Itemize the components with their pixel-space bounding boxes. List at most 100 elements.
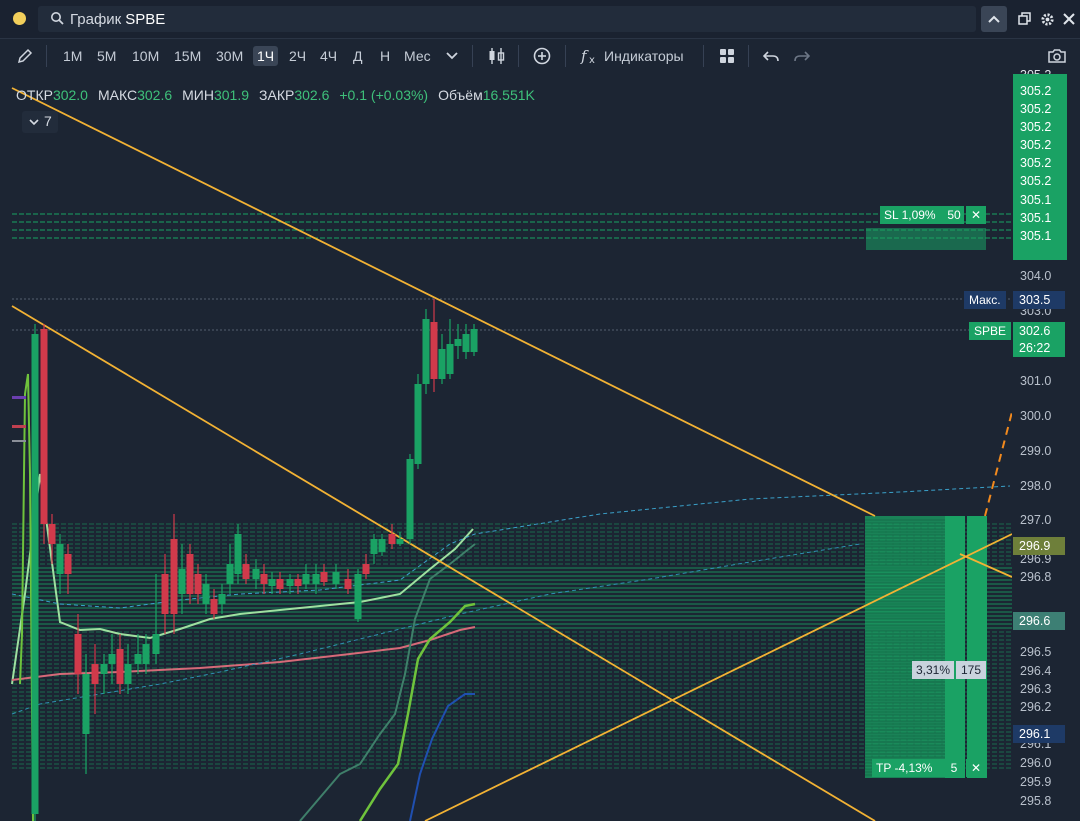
candlestick-icon [489,48,505,64]
candle-body [378,539,386,552]
sl-quantity[interactable]: 50 [944,206,964,224]
redo-button[interactable] [791,46,813,66]
price-tick-label: 295.9 [1020,775,1052,789]
price-tick-label: 296.8 [1020,570,1052,584]
symbol-tag: SPBE [969,322,1012,340]
indicators-button[interactable]: Индикаторы [600,46,688,66]
marker-red [12,425,26,428]
undo-button[interactable] [760,46,782,66]
price-tick-label: 296.4 [1020,664,1052,678]
timeframe-1m[interactable]: 1М [59,46,86,66]
pencil-icon [17,48,33,64]
volume-value: 16.551K [482,87,535,103]
redo-icon [794,51,810,62]
candle-body [332,572,340,584]
candle-body [64,554,72,574]
toolbar-divider [472,45,473,67]
candle-body [362,564,370,574]
candle-body [354,574,362,619]
sl-order-shadow [866,228,986,250]
price-tick-label: 305.2 [1020,84,1052,98]
timeframe-week[interactable]: Н [376,46,394,66]
position-percent: 3,31% [912,661,954,679]
symbol-search-field[interactable]: График SPBE [38,6,976,32]
tp-quantity[interactable]: 5 [944,759,964,777]
timeframe-2h[interactable]: 2Ч [285,46,310,66]
candle-body [124,664,132,684]
timeframe-10m[interactable]: 10М [128,46,163,66]
price-tick-label: 305.2 [1020,138,1052,152]
candle-body [74,634,82,674]
timeframe-15m[interactable]: 15М [170,46,205,66]
price-tick-label: 304.0 [1020,269,1052,283]
undo-icon [763,51,779,62]
timeframe-5m[interactable]: 5М [93,46,120,66]
candle-body [430,322,438,379]
compare-symbol-button[interactable] [531,46,553,66]
low-label: МИН [182,87,214,103]
price-tick-label: 305.2 [1020,174,1052,188]
toolbar-divider [518,45,519,67]
toolbar-divider [46,45,47,67]
candle-body [446,344,454,374]
candle-body [226,564,234,584]
candle-body [294,579,302,586]
screenshot-button[interactable] [1046,46,1068,66]
candle-body [242,564,250,579]
position-quantity: 175 [956,661,986,679]
tp-label: TP -4,13% [876,761,933,775]
price-chart[interactable] [0,74,1012,821]
close-window-button[interactable] [1056,6,1080,32]
candle-body [268,579,276,586]
collapse-indicators-button[interactable]: 7 [22,111,58,133]
title-label: График [70,11,122,28]
take-profit-order[interactable]: TP -4,13% [872,759,946,777]
collapse-up-button[interactable] [981,6,1007,32]
candle-body [344,579,352,589]
indicators-icon: fx [579,46,601,66]
chart-type-button[interactable] [486,46,508,66]
stop-loss-zone [12,213,1012,239]
layout-button[interactable] [716,46,738,66]
toolbar-divider [703,45,704,67]
window-title: График SPBE [70,11,165,28]
price-tick-label: 296.3 [1020,682,1052,696]
candle-body [210,599,218,614]
candle-body [116,649,124,684]
price-tick-label: 301.0 [1020,374,1052,388]
candle-body [286,579,294,586]
candle-body [194,574,202,594]
open-label: ОТКР [16,87,53,103]
connection-status-dot [13,12,26,25]
price-tick-label: 300.0 [1020,409,1052,423]
timeframe-30m[interactable]: 30М [212,46,247,66]
chevron-down-icon [446,52,458,60]
grid-icon [720,49,734,63]
svg-text:f: f [580,47,589,65]
projection-line [984,411,1012,517]
change-value: +0.1 (+0.03%) [339,87,429,103]
indicator-count: 7 [44,113,52,129]
volume-label: Объём [438,87,483,103]
high-tag: Макс. [964,291,1006,309]
price-tick-label: 305.2 [1020,156,1052,170]
price-tick-label: 305.2 [1020,102,1052,116]
gear-icon [1040,12,1054,26]
candle-body [462,334,470,352]
timeframe-4h[interactable]: 4Ч [316,46,341,66]
tp-close-button[interactable]: ✕ [966,759,986,777]
sl-close-button[interactable]: ✕ [966,206,986,224]
candle-body [152,634,160,654]
timeframe-day[interactable]: Д [349,46,366,66]
candle-body [170,539,178,614]
close-icon [1063,13,1075,25]
candle-body [438,349,446,379]
candle-body [388,534,396,544]
close-label: ЗАКР [259,87,295,103]
stop-loss-order[interactable]: SL 1,09% [880,206,946,224]
draw-tool-button[interactable] [14,46,36,66]
candle-body [276,579,284,589]
timeframe-dropdown-button[interactable] [441,46,463,66]
timeframe-month[interactable]: Мес [400,46,435,66]
timeframe-1h[interactable]: 1Ч [253,46,279,66]
